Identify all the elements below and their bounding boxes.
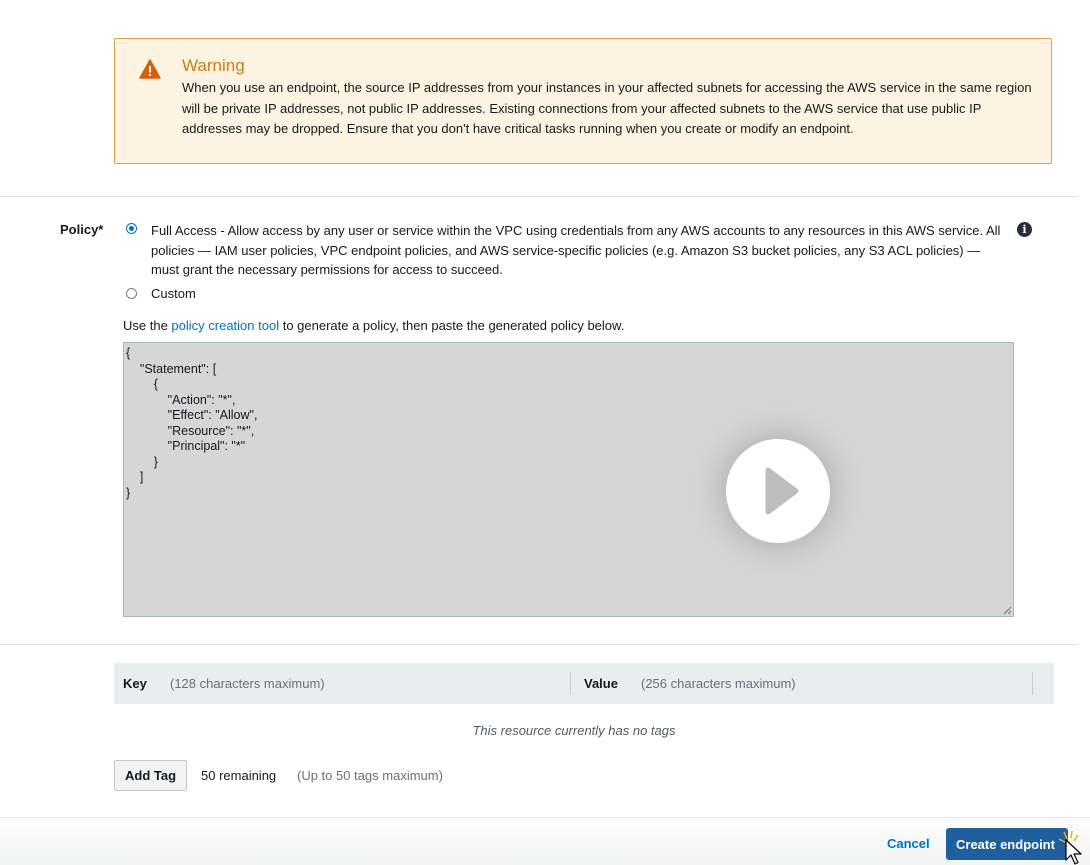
policy-document-textarea[interactable]: { "Statement": [ { "Action": "*", "Effec… — [123, 342, 1014, 617]
resize-handle-icon[interactable] — [1003, 606, 1012, 615]
value-column-header: Value — [584, 676, 618, 691]
tags-table-header: Key (128 characters maximum) Value (256 … — [114, 663, 1054, 704]
policy-creation-tool-link[interactable]: policy creation tool — [171, 318, 279, 333]
policy-instructions: Use the policy creation tool to generate… — [123, 318, 624, 333]
warning-text: When you use an endpoint, the source IP … — [182, 80, 1032, 136]
column-separator — [1032, 672, 1033, 695]
key-column-header: Key — [123, 676, 147, 691]
mouse-pointer-icon — [1058, 830, 1082, 865]
full-access-label: Full Access - Allow access by any user o… — [151, 223, 1001, 277]
instructions-suffix: to generate a policy, then paste the gen… — [279, 318, 625, 333]
create-endpoint-button[interactable]: Create endpoint — [946, 828, 1068, 860]
full-access-radio[interactable] — [126, 223, 137, 234]
value-column-hint: (256 characters maximum) — [641, 676, 796, 691]
section-divider — [0, 196, 1078, 197]
warning-triangle-icon — [139, 59, 161, 79]
custom-radio[interactable] — [126, 288, 137, 299]
section-divider — [0, 644, 1078, 645]
column-separator — [570, 672, 571, 695]
key-column-hint: (128 characters maximum) — [170, 676, 325, 691]
tags-max-note: (Up to 50 tags maximum) — [297, 768, 443, 783]
footer-bar: Cancel Create endpoint — [0, 817, 1090, 865]
play-icon — [765, 467, 799, 515]
empty-tags-message: This resource currently has no tags — [472, 723, 676, 738]
warning-alert: Warning When you use an endpoint, the so… — [114, 38, 1052, 164]
policy-label: Policy* — [60, 222, 104, 237]
warning-title: Warning — [182, 56, 245, 75]
policy-document-text: { "Statement": [ { "Action": "*", "Effec… — [126, 346, 258, 500]
video-play-button[interactable] — [726, 439, 830, 543]
cancel-button[interactable]: Cancel — [887, 836, 930, 851]
tags-remaining: 50 remaining — [201, 768, 277, 783]
add-tag-button[interactable]: Add Tag — [114, 760, 187, 791]
instructions-prefix: Use the — [123, 318, 172, 333]
custom-label: Custom — [151, 286, 196, 301]
info-icon[interactable]: i — [1017, 222, 1032, 237]
